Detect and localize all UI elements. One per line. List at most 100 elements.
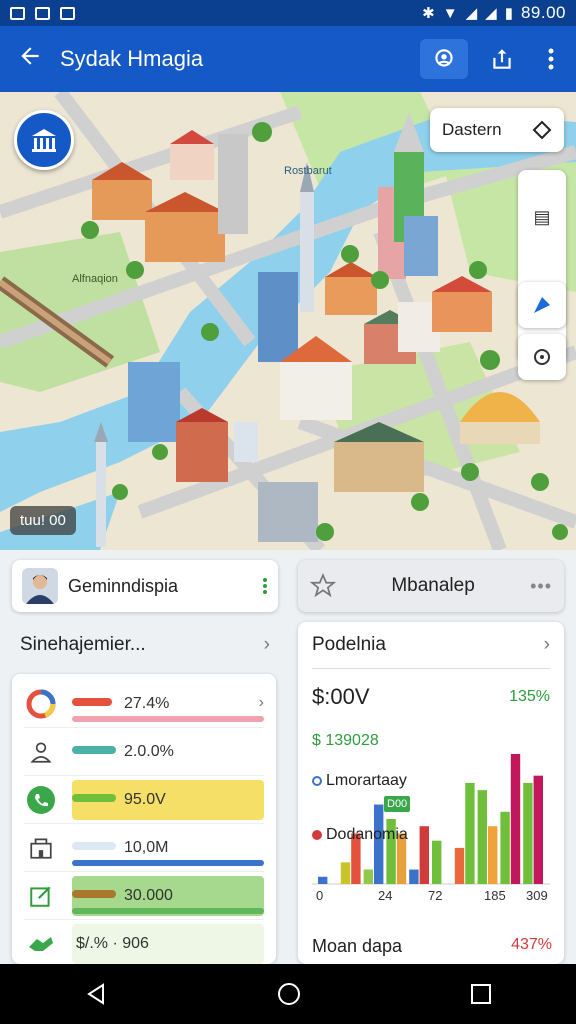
progress-bar	[72, 745, 116, 754]
share-icon	[493, 49, 511, 69]
back-button[interactable]	[0, 43, 60, 76]
list-item[interactable]: 2.0.0%	[24, 728, 264, 776]
chart-bar	[419, 826, 429, 884]
page-title: Sydak Hmagia	[60, 46, 204, 71]
city-hall-icon	[32, 129, 56, 152]
star-icon	[310, 573, 336, 598]
destination-label: Dastern	[442, 120, 502, 139]
destination-button[interactable]: Dastern	[430, 108, 564, 152]
x-tick-label: 24	[378, 888, 392, 902]
recents-nav-icon[interactable]	[471, 984, 491, 1004]
avatar	[22, 568, 58, 604]
section-title: Sinehajemier...	[20, 634, 146, 655]
chart-bar	[374, 804, 384, 884]
legend-label: Dodanomia	[326, 826, 408, 843]
edit-icon	[24, 879, 58, 913]
row-value: $/.% · 906	[76, 935, 149, 952]
list-item[interactable]: 27.4% ›	[24, 680, 264, 728]
more-vertical-icon[interactable]	[262, 577, 268, 595]
back-nav-icon[interactable]	[85, 983, 107, 1005]
progress-bar	[72, 889, 116, 898]
legend-dot-icon	[312, 830, 322, 840]
home-nav-icon[interactable]	[277, 982, 301, 1006]
chevron-right-icon: ›	[258, 693, 264, 711]
chart-card: Podelnia › $:00V 135% $ 139028 0 24 72 185 3…	[298, 622, 564, 964]
chart-bar	[488, 826, 498, 884]
section-header[interactable]: Sinehajemier... ›	[20, 634, 270, 656]
map-illustration: Rostbarut Alfnaqion	[0, 92, 576, 550]
progress-track	[72, 715, 264, 722]
list-item[interactable]: $/.% · 906	[24, 920, 264, 968]
chart-footer: Moan dapa 437%	[312, 936, 552, 957]
list-item[interactable]: 95.0V	[24, 776, 264, 824]
map-book-icon[interactable]: ▤	[533, 207, 550, 228]
profile-card[interactable]: Geminndispia	[12, 560, 278, 612]
status-time: 89.00	[520, 3, 566, 22]
app-bar: Sydak Hmagia	[0, 26, 576, 92]
phone-circle-icon	[24, 783, 58, 817]
x-tick-label: 0	[316, 888, 323, 902]
chevron-right-icon: ›	[543, 634, 550, 655]
signal-icon: ◢	[485, 5, 497, 22]
profile-name: Geminndispia	[68, 575, 179, 596]
legend-item: Lmorartaay	[312, 772, 407, 790]
system-nav-bar	[0, 964, 576, 1024]
location-search-icon	[435, 49, 453, 67]
map-scale: tuu! 00	[10, 506, 76, 535]
chart-bar	[318, 876, 328, 884]
chart-bar	[465, 782, 475, 884]
progress-bar	[72, 841, 116, 850]
locate-button[interactable]	[420, 39, 468, 79]
chart-bar	[523, 782, 533, 884]
bar-chart: 0 24 72 185 309	[312, 754, 550, 902]
navigate-icon	[532, 120, 552, 140]
user-icon	[24, 735, 58, 769]
city-map[interactable]: Rostbarut Alfnaqion Dastern ▤ tuu! 00	[0, 92, 576, 550]
compass-icon	[534, 297, 550, 313]
chart-bar	[500, 811, 510, 884]
share-button[interactable]	[478, 39, 526, 79]
recenter-button[interactable]	[518, 334, 566, 380]
x-tick-label: 185	[484, 888, 506, 902]
signal-icon: ◢	[465, 5, 478, 22]
battery-icon: ▮	[504, 5, 513, 22]
map-layers-button[interactable]	[14, 110, 74, 170]
chart-big-value: $:00V	[312, 684, 370, 709]
legend-label: Lmorartaay	[326, 772, 407, 789]
chart-bar	[533, 775, 543, 884]
legend-dot-icon	[312, 776, 322, 786]
progress-track	[72, 859, 264, 866]
chart-bar	[363, 869, 373, 884]
row-value: 27.4%	[124, 694, 170, 712]
wifi-icon: ▼	[442, 4, 458, 22]
status-bar: ✱ ▼ ◢ ◢ ▮ 89.00	[0, 0, 576, 26]
list-item[interactable]: 10,0M	[24, 824, 264, 872]
chart-header[interactable]: Podelnia ›	[312, 634, 550, 669]
overflow-menu-button[interactable]	[536, 39, 566, 79]
building-icon	[24, 831, 58, 865]
bluetooth-icon: ✱	[422, 5, 435, 22]
progress-bar	[72, 697, 112, 706]
favorite-name: Mbanalep	[391, 575, 475, 596]
arrow-left-icon	[21, 46, 39, 65]
map-place-label: Rostbarut	[284, 165, 332, 177]
stats-list: 27.4% › 2.0.0% 95.0V 10,0M 30.000 $/.% ·…	[12, 674, 276, 964]
chart-bar	[409, 869, 419, 884]
footer-pct: 437%	[511, 936, 552, 953]
chart-bar	[340, 862, 351, 884]
compass-button[interactable]	[518, 282, 566, 328]
list-item[interactable]: 30.000	[24, 872, 264, 920]
row-value: 2.0.0%	[124, 742, 174, 760]
row-value: 30.000	[124, 886, 173, 904]
progress-track	[72, 907, 264, 914]
more-horizontal-icon[interactable]: •••	[530, 576, 552, 597]
favorite-card[interactable]: Mbanalep •••	[298, 560, 564, 612]
legend-item: Dodanomia	[312, 826, 408, 844]
donut-chart-icon	[24, 687, 58, 721]
chart-big-pct: 135%	[509, 688, 550, 705]
footer-label: Moan dapa	[312, 936, 403, 956]
chevron-right-icon: ›	[263, 634, 270, 655]
more-vertical-icon	[548, 48, 554, 70]
refresh-location-icon	[534, 349, 550, 365]
chart-bar	[477, 790, 487, 884]
